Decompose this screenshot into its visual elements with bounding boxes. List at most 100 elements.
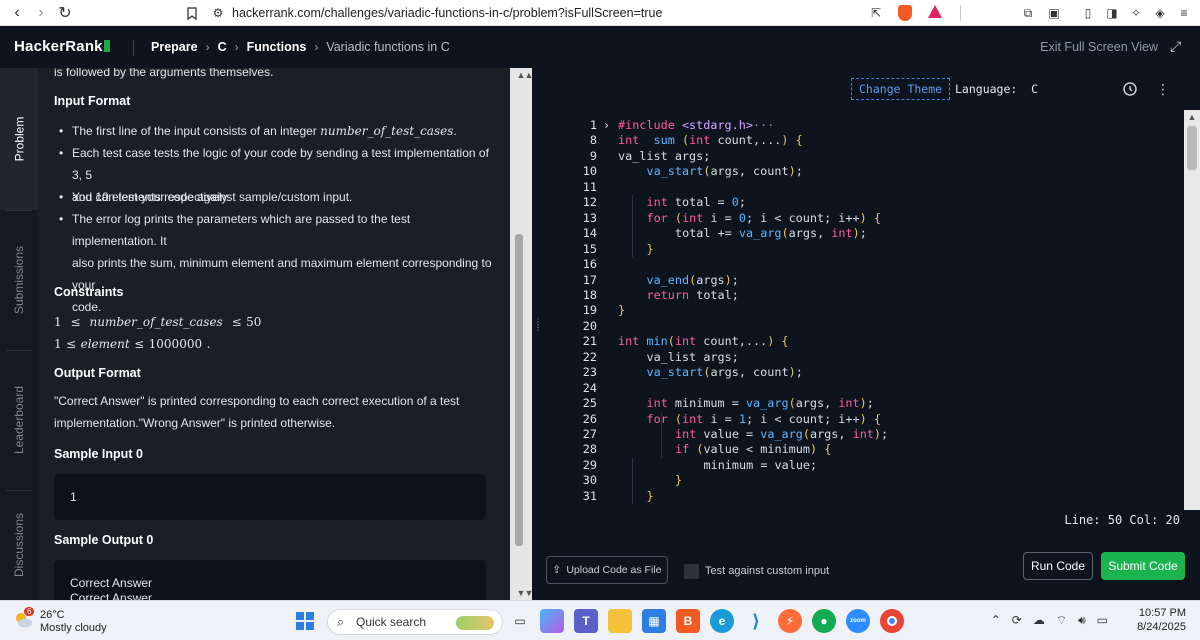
reload-icon[interactable]: ↻ bbox=[54, 2, 76, 24]
code-line[interactable]: 1 › #include <stdarg.h>··· bbox=[541, 118, 1181, 134]
tab-discussions[interactable]: Discussions bbox=[0, 490, 38, 600]
share-icon[interactable]: ⇱ bbox=[868, 5, 884, 21]
code-line[interactable]: 9 va_list args; bbox=[541, 149, 1181, 165]
scroll-thumb[interactable] bbox=[515, 234, 523, 546]
edge-icon[interactable]: e bbox=[710, 609, 734, 633]
fold-chevron-icon[interactable]: › bbox=[603, 118, 610, 132]
tab-leaderboard[interactable]: Leaderboard bbox=[0, 350, 38, 490]
code-line[interactable]: 13 for (int i = 0; i < count; i++) { bbox=[541, 211, 1181, 227]
drag-handle-icon[interactable]: ⋮ ⋮ ⋮ bbox=[534, 318, 542, 342]
brave-rewards-icon[interactable] bbox=[928, 5, 942, 18]
chevron-up-icon[interactable]: ⌃ bbox=[991, 613, 1001, 628]
code-line[interactable]: 18 return total; bbox=[541, 288, 1181, 304]
breadcrumb-functions[interactable]: Functions bbox=[247, 40, 307, 54]
code-line[interactable]: 31} bbox=[541, 489, 1181, 505]
vpn-icon[interactable]: ◈ bbox=[1152, 5, 1168, 21]
custom-input-label[interactable]: Test against custom input bbox=[705, 565, 829, 577]
code-line[interactable]: 15} bbox=[541, 242, 1181, 258]
file-explorer-icon[interactable] bbox=[608, 609, 632, 633]
zoom-icon[interactable]: zoom bbox=[846, 609, 870, 633]
upload-code-button[interactable]: ⇪ Upload Code as File bbox=[546, 556, 668, 584]
teams-icon[interactable]: T bbox=[574, 609, 598, 633]
code-line[interactable]: 26 for (int i = 1; i < count; i++) { bbox=[541, 412, 1181, 428]
wallet-icon[interactable]: ▣ bbox=[1046, 5, 1062, 21]
code-line[interactable]: 16 bbox=[541, 257, 1181, 273]
breadcrumb-c[interactable]: C bbox=[218, 40, 227, 54]
breadcrumb-prepare[interactable]: Prepare bbox=[151, 40, 198, 54]
panel-splitter[interactable]: ⋮ ⋮ ⋮ bbox=[532, 68, 542, 600]
copilot-icon[interactable] bbox=[540, 609, 564, 633]
code-line[interactable]: 21 int min(int count,...) { bbox=[541, 334, 1181, 350]
bullet-item: You can test your code against sample/cu… bbox=[59, 186, 492, 208]
wifi-icon[interactable]: ⌔ bbox=[1056, 613, 1067, 628]
task-view-icon[interactable]: ▭ bbox=[508, 609, 532, 633]
mongodb-icon[interactable]: ● bbox=[812, 609, 836, 633]
onedrive-icon[interactable]: ☁ bbox=[1033, 613, 1045, 628]
volume-icon[interactable]: 🔊︎ bbox=[1078, 613, 1086, 628]
scroll-up-icon[interactable]: ▲ bbox=[1185, 112, 1199, 122]
code-editor[interactable]: 1 › #include <stdarg.h>··· 8 int sum (int co… bbox=[541, 110, 1200, 510]
reader-icon[interactable]: ◨ bbox=[1104, 5, 1120, 21]
line-number: 21 bbox=[582, 334, 597, 349]
postman-icon[interactable]: ⚡ bbox=[778, 609, 802, 633]
code-line[interactable]: 8 int sum (int count,...) { bbox=[541, 133, 1181, 149]
tab-problem[interactable]: Problem bbox=[0, 68, 38, 210]
brave-shield-icon[interactable] bbox=[898, 5, 912, 21]
code-line[interactable]: 10 va_start(args, count); bbox=[541, 164, 1181, 180]
line-number: 13 bbox=[582, 210, 597, 225]
bookmark-icon[interactable] bbox=[184, 5, 200, 21]
code-line[interactable]: 17 va_end(args); bbox=[541, 273, 1181, 289]
vscode-icon[interactable]: ⟩ bbox=[744, 609, 768, 633]
tab-submissions[interactable]: Submissions bbox=[0, 210, 38, 350]
clock-date[interactable]: 8/24/2025 bbox=[1137, 621, 1186, 633]
forward-icon[interactable]: › bbox=[30, 2, 52, 24]
weather-icon[interactable]: 6 bbox=[12, 607, 35, 631]
code-line[interactable]: 14 total += va_arg(args, int); bbox=[541, 226, 1181, 242]
change-theme-button[interactable]: Change Theme bbox=[851, 78, 951, 100]
breadcrumb-current: Variadic functions in C bbox=[326, 40, 450, 54]
code-line[interactable]: 25 int minimum = va_arg(args, int); bbox=[541, 396, 1181, 412]
clock-time[interactable]: 10:57 PM bbox=[1139, 607, 1186, 619]
address-bar[interactable]: hackerrank.com/challenges/variadic-funct… bbox=[232, 6, 662, 20]
language-selector[interactable]: Language: C bbox=[955, 82, 1038, 96]
brave-icon[interactable]: B bbox=[676, 609, 700, 633]
leo-ai-icon[interactable]: ✧ bbox=[1128, 5, 1144, 21]
code-line[interactable]: 30} bbox=[541, 473, 1181, 489]
code-line[interactable]: 28 if (value < minimum) { bbox=[541, 442, 1181, 458]
store-icon[interactable]: ▦ bbox=[642, 609, 666, 633]
history-icon[interactable] bbox=[1121, 80, 1139, 98]
code-line[interactable]: 11 bbox=[541, 180, 1181, 196]
line-number: 24 bbox=[582, 380, 597, 395]
problem-scrollbar[interactable]: ▲ ▼ ▲ ▼ bbox=[510, 68, 533, 600]
code-line[interactable]: 20 bbox=[541, 319, 1181, 335]
scroll-thumb[interactable] bbox=[1187, 126, 1197, 170]
extensions-icon[interactable]: ⧉ bbox=[1020, 5, 1036, 21]
chrome-icon[interactable] bbox=[880, 609, 904, 633]
taskbar-search[interactable]: ⌕ Quick search bbox=[327, 609, 503, 635]
more-options-icon[interactable]: ⋮ bbox=[1154, 80, 1172, 98]
code-line[interactable]: 27 int value = va_arg(args, int); bbox=[541, 427, 1181, 443]
code-line[interactable]: 19} bbox=[541, 303, 1181, 319]
site-info-icon[interactable]: ⚙ bbox=[210, 5, 226, 21]
submit-code-button[interactable]: Submit Code bbox=[1101, 552, 1185, 580]
hackerrank-logo[interactable]: HackerRank bbox=[14, 38, 110, 55]
menu-icon[interactable]: ≡ bbox=[1176, 5, 1192, 21]
weather-temp: 26°C bbox=[40, 609, 65, 621]
exit-fullscreen-link[interactable]: Exit Full Screen View bbox=[1040, 40, 1158, 54]
back-icon[interactable]: ‹ bbox=[6, 2, 28, 24]
code-text: total += va_arg(args, int); bbox=[675, 226, 867, 241]
code-line[interactable]: 29 minimum = value; bbox=[541, 458, 1181, 474]
code-line[interactable]: 12 int total = 0; bbox=[541, 195, 1181, 211]
sidebar-icon[interactable]: ▯ bbox=[1080, 5, 1096, 21]
battery-icon[interactable]: ▭ bbox=[1097, 613, 1108, 628]
editor-scrollbar[interactable]: ▲ bbox=[1184, 110, 1200, 510]
custom-input-checkbox[interactable] bbox=[684, 564, 699, 579]
line-number: 9 bbox=[589, 148, 597, 163]
windows-start-icon[interactable] bbox=[296, 612, 314, 630]
sync-icon[interactable]: ⟳ bbox=[1012, 613, 1022, 628]
fullscreen-icon[interactable]: ⤢ bbox=[1170, 38, 1186, 54]
code-line[interactable]: 23 va_start(args, count); bbox=[541, 365, 1181, 381]
code-line[interactable]: 24 bbox=[541, 381, 1181, 397]
run-code-button[interactable]: Run Code bbox=[1023, 552, 1093, 580]
code-line[interactable]: 22 va_list args; bbox=[541, 350, 1181, 366]
